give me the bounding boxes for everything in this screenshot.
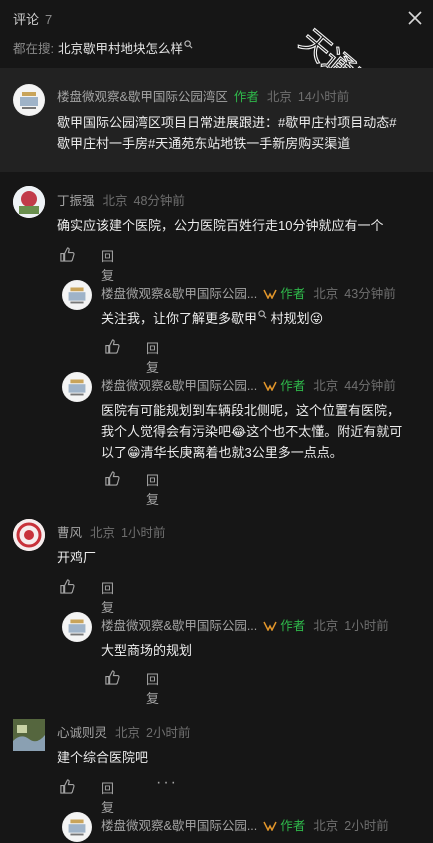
timestamp: 2小时前 <box>146 726 191 740</box>
like-icon[interactable] <box>104 669 121 686</box>
author-ribbon-icon <box>263 381 277 391</box>
reply-text-line: 医院有可能规划到车辆段北侧呢，这个位置有医院， <box>101 403 401 418</box>
pinned-text-line-1[interactable]: 歇甲国际公园湾区项目日常进展跟进：#歇甲庄村项目动态# <box>57 112 396 133</box>
comments-title: 评论 7 <box>13 12 53 27</box>
like-icon[interactable] <box>104 338 121 355</box>
comment-1-text: 确实应该建个医院，公力医院百姓行走10分钟就应有一个 <box>57 218 384 233</box>
user-avatar[interactable] <box>13 519 45 551</box>
user-name[interactable]: 曹风 <box>57 526 82 540</box>
author-badge: 作者 <box>233 90 259 104</box>
reply-button[interactable]: 回复 <box>146 470 159 508</box>
reply-button[interactable]: 回复 <box>146 669 159 707</box>
pinned-text: 歇甲国际公园湾区项目日常进展跟进：#歇甲庄村项目动态# 歇甲庄村一手房#天通苑东… <box>57 112 396 154</box>
user-name[interactable]: 丁振强 <box>57 194 95 208</box>
trending-search[interactable]: 都在搜: 北京歇甲村地块怎么样 <box>13 38 193 57</box>
trending-search-term[interactable]: 北京歇甲村地块怎么样 <box>58 42 183 56</box>
author-name[interactable]: 楼盘微观察&歇甲国际公园湾区 <box>57 90 228 104</box>
reply-button[interactable]: 回复 <box>146 338 159 376</box>
author-avatar[interactable] <box>62 280 92 310</box>
comment-3-text: 建个综合医院吧 <box>57 750 149 765</box>
reply-button[interactable]: 回复 <box>101 246 114 284</box>
author-name[interactable]: 楼盘微观察&歇甲国际公园... <box>101 287 257 301</box>
author-avatar[interactable] <box>62 612 92 642</box>
location: 北京 <box>313 287 339 301</box>
comment-1-meta: 丁振强 北京 48分钟前 <box>57 190 185 209</box>
timestamp: 1小时前 <box>121 526 166 540</box>
like-icon[interactable] <box>59 778 76 795</box>
reply-text: 关注我，让你了解更多歇甲 <box>101 311 258 326</box>
location: 北京 <box>313 379 339 393</box>
search-icon <box>258 310 267 319</box>
author-ribbon-icon <box>263 621 277 631</box>
author-avatar[interactable] <box>13 84 45 116</box>
timestamp: 48分钟前 <box>133 194 185 208</box>
reply-1-1-text: 关注我，让你了解更多歇甲 村规划😜 <box>101 308 323 329</box>
location: 北京 <box>102 194 128 208</box>
user-avatar[interactable] <box>13 186 45 218</box>
location: 北京 <box>313 619 339 633</box>
author-name[interactable]: 楼盘微观察&歇甲国际公园... <box>101 379 257 393</box>
like-icon[interactable] <box>59 246 76 263</box>
reply-3-1-meta: 楼盘微观察&歇甲国际公园... 作者 北京 2小时前 <box>101 815 389 834</box>
reply-1-1-meta: 楼盘微观察&歇甲国际公园... 作者 北京 43分钟前 <box>101 283 396 302</box>
author-name[interactable]: 楼盘微观察&歇甲国际公园... <box>101 619 257 633</box>
author-badge: 作者 <box>280 379 306 393</box>
reply-2-1-meta: 楼盘微观察&歇甲国际公园... 作者 北京 1小时前 <box>101 615 389 634</box>
timestamp: 44分钟前 <box>344 379 396 393</box>
author-avatar[interactable] <box>62 372 92 402</box>
comment-2-text: 开鸡厂 <box>57 550 97 565</box>
comment-count: 7 <box>45 12 53 27</box>
comment-2-meta: 曹风 北京 1小时前 <box>57 522 165 541</box>
author-name[interactable]: 楼盘微观察&歇甲国际公园... <box>101 819 257 833</box>
reply-text-tail: 村规划😜 <box>270 311 324 326</box>
author-avatar[interactable] <box>62 812 92 842</box>
timestamp: 14小时前 <box>297 90 350 104</box>
author-badge: 作者 <box>280 619 306 633</box>
reply-text-line: 我个人觉得会有污染吧😂这个也不太懂。附近有就可 <box>101 424 403 439</box>
user-avatar[interactable] <box>13 719 45 751</box>
author-badge: 作者 <box>280 819 306 833</box>
reply-1-2-meta: 楼盘微观察&歇甲国际公园... 作者 北京 44分钟前 <box>101 375 396 394</box>
trending-search-prefix: 都在搜: <box>13 42 54 56</box>
reply-text-line: 以了😁清华长庚离着也就3公里多一点点。 <box>101 445 343 460</box>
reply-2-1-text: 大型商场的规划 <box>101 643 193 658</box>
like-icon[interactable] <box>104 470 121 487</box>
reply-button[interactable]: 回复 <box>101 778 114 816</box>
comment-3-meta: 心诚则灵 北京 2小时前 <box>57 722 190 741</box>
pinned-meta: 楼盘微观察&歇甲国际公园湾区 作者 北京 14小时前 <box>57 86 349 105</box>
like-icon[interactable] <box>59 578 76 595</box>
search-icon <box>184 40 193 49</box>
pinned-text-line-2[interactable]: 歇甲庄村一手房#天通苑东站地铁一手新房购买渠道 <box>57 133 396 154</box>
location: 北京 <box>313 819 339 833</box>
timestamp: 1小时前 <box>344 619 389 633</box>
author-ribbon-icon <box>263 289 277 299</box>
author-badge: 作者 <box>280 287 306 301</box>
close-icon[interactable] <box>404 7 426 29</box>
location: 北京 <box>266 90 292 104</box>
author-ribbon-icon <box>263 821 277 831</box>
timestamp: 2小时前 <box>344 819 389 833</box>
timestamp: 43分钟前 <box>344 287 396 301</box>
user-name[interactable]: 心诚则灵 <box>57 726 107 740</box>
location: 北京 <box>115 726 141 740</box>
comments-header: 评论 7 都在搜: 北京歇甲村地块怎么样 <box>0 0 433 68</box>
reply-button[interactable]: 回复 <box>101 578 114 616</box>
location: 北京 <box>90 526 116 540</box>
reply-1-2-text: 医院有可能规划到车辆段北侧呢，这个位置有医院， 我个人觉得会有污染吧😂这个也不太… <box>101 400 402 463</box>
more-options-button[interactable]: ··· <box>156 774 178 792</box>
pinned-post: 楼盘微观察&歇甲国际公园湾区 作者 北京 14小时前 歇甲国际公园湾区项目日常进展跟进… <box>0 68 433 172</box>
